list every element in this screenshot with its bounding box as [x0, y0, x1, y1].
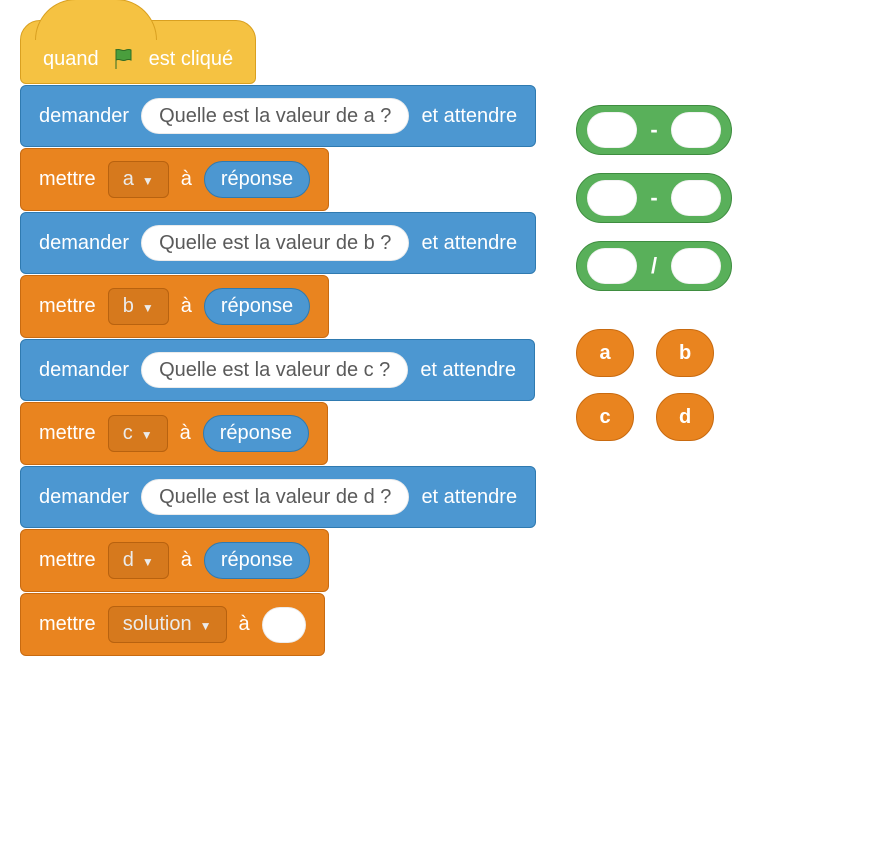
set-mid: à: [181, 168, 192, 191]
set-variable-block[interactable]: mettre d ▼ à réponse: [20, 529, 329, 592]
empty-value-input[interactable]: [262, 607, 306, 643]
ask-prefix: demander: [39, 486, 129, 509]
variable-dropdown[interactable]: c ▼: [108, 415, 168, 452]
variable-reporter-b[interactable]: b: [656, 329, 714, 377]
operator-symbol: -: [647, 117, 661, 143]
operator-slot-left[interactable]: [587, 112, 637, 148]
set-variable-block[interactable]: mettre a ▼ à réponse: [20, 148, 329, 211]
operator-symbol: -: [647, 185, 661, 211]
operator-symbol: /: [647, 253, 661, 279]
set-prefix: mettre: [39, 422, 96, 445]
set-mid: à: [181, 549, 192, 572]
chevron-down-icon: ▼: [142, 174, 154, 188]
ask-prefix: demander: [39, 359, 129, 382]
variable-dropdown[interactable]: a ▼: [108, 161, 169, 198]
chevron-down-icon: ▼: [200, 619, 212, 633]
ask-prompt-input[interactable]: Quelle est la valeur de d ?: [141, 479, 409, 515]
ask-block[interactable]: demander Quelle est la valeur de b ? et …: [20, 212, 536, 274]
set-variable-block[interactable]: mettre b ▼ à réponse: [20, 275, 329, 338]
ask-block[interactable]: demander Quelle est la valeur de d ? et …: [20, 466, 536, 528]
set-variable-block[interactable]: mettre c ▼ à réponse: [20, 402, 328, 465]
answer-reporter[interactable]: réponse: [204, 542, 310, 579]
operator-slot-right[interactable]: [671, 180, 721, 216]
answer-reporter[interactable]: réponse: [203, 415, 309, 452]
ask-prefix: demander: [39, 105, 129, 128]
operator-slot-left[interactable]: [587, 248, 637, 284]
set-prefix: mettre: [39, 168, 96, 191]
script-stack: quand est cliqué demander Quelle est la …: [20, 20, 536, 656]
operator-subtract[interactable]: -: [576, 105, 732, 155]
operator-slot-right[interactable]: [671, 112, 721, 148]
set-variable-block[interactable]: mettre solution ▼ à: [20, 593, 325, 656]
operator-divide[interactable]: /: [576, 241, 732, 291]
chevron-down-icon: ▼: [141, 428, 153, 442]
operator-slot-left[interactable]: [587, 180, 637, 216]
hat-suffix: est cliqué: [149, 48, 234, 71]
answer-reporter[interactable]: réponse: [204, 288, 310, 325]
ask-suffix: et attendre: [420, 359, 516, 382]
variable-dropdown[interactable]: solution ▼: [108, 606, 227, 643]
variable-dropdown[interactable]: b ▼: [108, 288, 169, 325]
variable-reporter-c[interactable]: c: [576, 393, 634, 441]
ask-block[interactable]: demander Quelle est la valeur de c ? et …: [20, 339, 535, 401]
block-palette: - - / a b c d: [576, 20, 732, 441]
hat-when-flag-clicked[interactable]: quand est cliqué: [20, 20, 256, 84]
set-prefix: mettre: [39, 613, 96, 636]
variable-reporter-d[interactable]: d: [656, 393, 714, 441]
hat-prefix: quand: [43, 48, 99, 71]
variable-dropdown[interactable]: d ▼: [108, 542, 169, 579]
chevron-down-icon: ▼: [142, 301, 154, 315]
ask-prompt-input[interactable]: Quelle est la valeur de b ?: [141, 225, 409, 261]
variable-reporter-a[interactable]: a: [576, 329, 634, 377]
set-mid: à: [181, 295, 192, 318]
ask-prompt-input[interactable]: Quelle est la valeur de a ?: [141, 98, 409, 134]
set-prefix: mettre: [39, 549, 96, 572]
chevron-down-icon: ▼: [142, 555, 154, 569]
ask-block[interactable]: demander Quelle est la valeur de a ? et …: [20, 85, 536, 147]
ask-suffix: et attendre: [421, 486, 517, 509]
ask-suffix: et attendre: [421, 232, 517, 255]
operator-slot-right[interactable]: [671, 248, 721, 284]
operator-subtract[interactable]: -: [576, 173, 732, 223]
green-flag-icon: [109, 47, 139, 71]
set-prefix: mettre: [39, 295, 96, 318]
set-mid: à: [239, 613, 250, 636]
set-mid: à: [180, 422, 191, 445]
answer-reporter[interactable]: réponse: [204, 161, 310, 198]
ask-suffix: et attendre: [421, 105, 517, 128]
ask-prompt-input[interactable]: Quelle est la valeur de c ?: [141, 352, 408, 388]
ask-prefix: demander: [39, 232, 129, 255]
